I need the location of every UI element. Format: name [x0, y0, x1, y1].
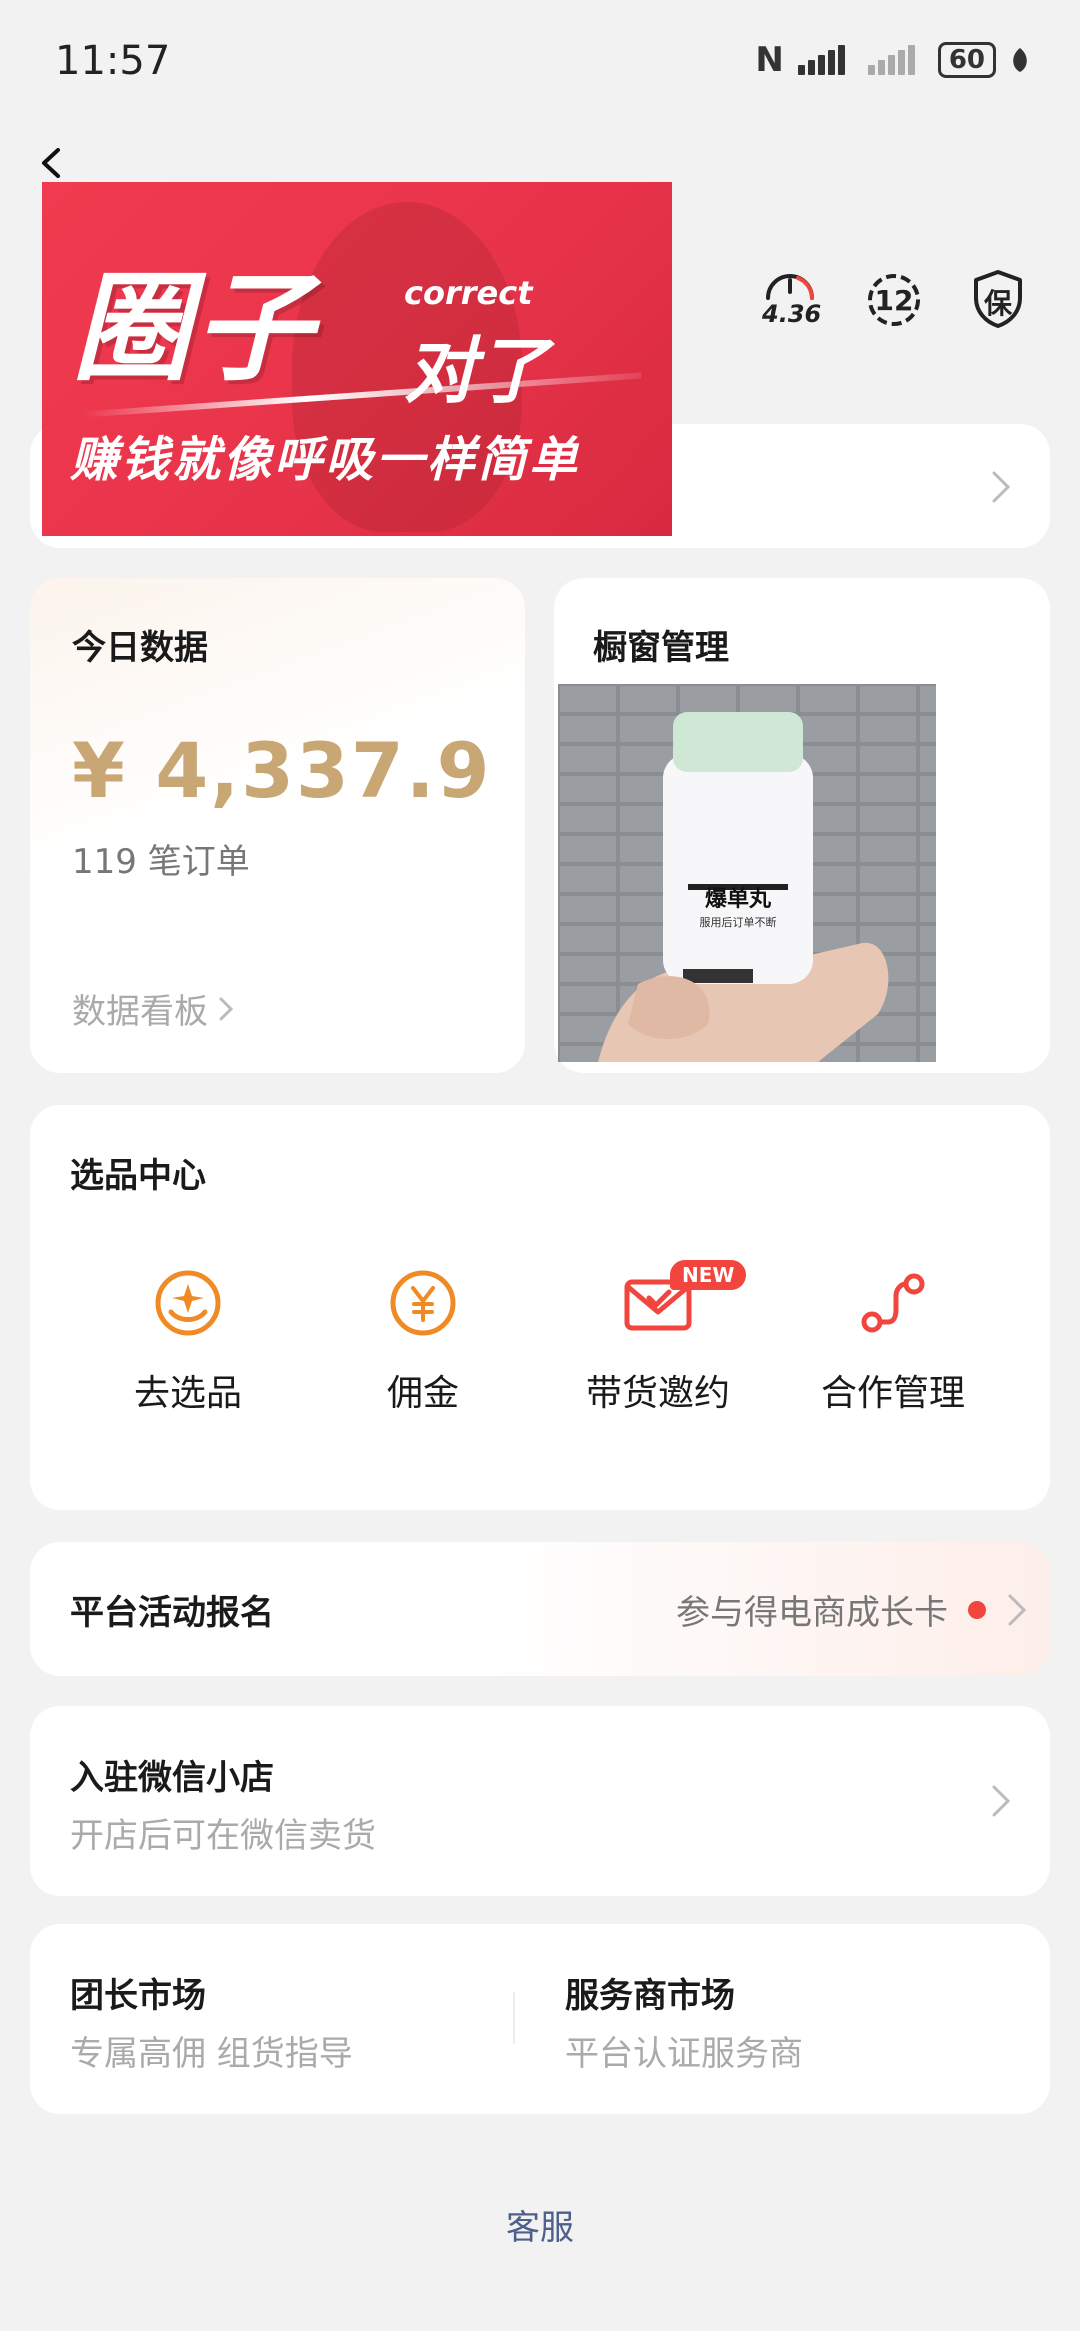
invite-label: 带货邀约 — [585, 1373, 730, 1414]
cooperation-label: 合作管理 — [820, 1373, 965, 1414]
today-amount: ¥ 4,337.9 — [72, 726, 492, 815]
wechat-shop-card[interactable] — [30, 1706, 1050, 1896]
data-board-label: 数据看板 — [72, 992, 208, 1032]
banner-duile-text: 对了 — [404, 329, 549, 413]
product-name: 爆单丸 — [705, 887, 772, 912]
commission-label: 佣金 — [386, 1373, 459, 1414]
product-desc: 服用后订单不断 — [700, 915, 777, 929]
select-center-title: 选品中心 — [70, 1156, 206, 1196]
nfc-icon: N — [755, 40, 784, 80]
select-product-icon — [155, 1270, 221, 1336]
promo-banner: 圈子 correct 对了 赚钱就像呼吸一样简单 — [42, 182, 672, 536]
customer-service-link[interactable]: 客服 — [0, 2200, 1080, 2249]
market-card — [30, 1924, 1050, 2114]
new-badge: NEW — [670, 1260, 747, 1290]
status-icons: N 60 — [755, 40, 1030, 80]
data-board-link[interactable]: 数据看板 — [72, 984, 234, 1033]
shop-title: 入驻微信小店 — [70, 1758, 274, 1798]
service-market-title[interactable]: 服务商市场 — [565, 1968, 735, 2017]
shield-label: 保 — [983, 287, 1012, 320]
activity-title: 平台活动报名 — [70, 1593, 274, 1633]
back-arrow-icon[interactable] — [38, 148, 68, 178]
market-divider — [513, 1992, 515, 2044]
level-value: 12 — [874, 284, 914, 317]
select-product-label: 去选品 — [133, 1373, 242, 1414]
battery-icon: 60 — [937, 42, 996, 78]
signal-icon — [797, 45, 854, 75]
today-title: 今日数据 — [72, 628, 208, 668]
commission-item[interactable]: 佣金 — [313, 1268, 533, 1416]
yuan-coin-icon — [390, 1270, 456, 1336]
banner-headline: 圈子 — [72, 259, 317, 397]
today-orders: 119 笔订单 — [72, 842, 250, 882]
cooperation-item[interactable]: 合作管理 — [783, 1268, 1003, 1416]
invite-item[interactable]: 带货邀约 — [548, 1268, 768, 1416]
select-product-item[interactable]: 去选品 — [78, 1268, 298, 1416]
showcase-title: 橱窗管理 — [593, 628, 729, 668]
level-badge-icon[interactable]: 12 — [866, 266, 922, 330]
leader-market-title[interactable]: 团长市场 — [70, 1968, 206, 2017]
activity-right-text: 参与得电商成长卡 — [676, 1593, 948, 1633]
leaf-icon — [1013, 48, 1027, 72]
banner-slogan: 赚钱就像呼吸一样简单 — [70, 432, 581, 488]
banner-correct-text: correct — [404, 274, 533, 312]
shop-subtitle: 开店后可在微信卖货 — [70, 1816, 376, 1856]
speed-gauge-icon[interactable]: 4.36 — [762, 266, 822, 330]
activity-right: 参与得电商成长卡 — [676, 1585, 1028, 1634]
signal-secondary-icon — [867, 45, 924, 75]
shield-icon[interactable]: 保 — [970, 266, 1026, 330]
chevron-right-icon — [992, 1785, 1011, 1817]
leader-market-subtitle: 专属高佣 组货指导 — [70, 2034, 353, 2074]
chevron-right-icon — [219, 997, 234, 1020]
chevron-right-icon — [992, 471, 1011, 503]
chevron-right-icon — [1008, 1594, 1027, 1625]
product-photo: 爆单丸 服用后订单不断 — [558, 684, 936, 1062]
cooperation-path-icon — [861, 1273, 925, 1333]
service-market-subtitle: 平台认证服务商 — [565, 2034, 803, 2074]
speed-value: 4.36 — [762, 300, 822, 328]
red-dot-badge — [968, 1600, 986, 1619]
status-time: 11:57 — [55, 38, 171, 84]
